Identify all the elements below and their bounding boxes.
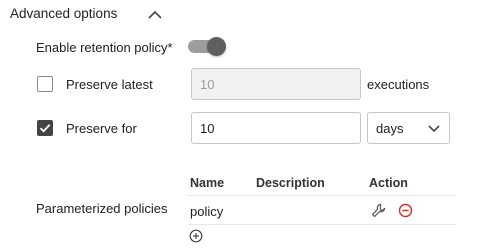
retention-policy-label: Enable retention policy* (36, 40, 173, 55)
header-divider (188, 195, 456, 196)
preserve-latest-input[interactable]: 10 (191, 68, 361, 100)
preserve-for-checkbox[interactable] (37, 120, 53, 136)
checkmark-icon (39, 124, 51, 133)
policy-name-cell: policy (190, 204, 224, 219)
column-header-action: Action (369, 176, 408, 190)
toggle-thumb[interactable] (207, 37, 226, 56)
column-header-name: Name (190, 176, 225, 190)
add-circle-icon[interactable] (189, 229, 203, 243)
row-divider (188, 224, 456, 225)
preserve-for-unit-select[interactable]: days (367, 112, 450, 144)
preserve-for-label: Preserve for (66, 121, 137, 136)
preserve-latest-checkbox[interactable] (37, 76, 53, 92)
wrench-icon[interactable] (371, 203, 386, 218)
preserve-latest-label: Preserve latest (66, 77, 153, 92)
column-header-description: Description (256, 176, 325, 190)
unit-selected-value: days (376, 120, 404, 136)
preserve-for-input[interactable]: 10 (191, 112, 361, 144)
parameterized-policies-label: Parameterized policies (36, 201, 168, 216)
remove-circle-icon[interactable] (398, 203, 413, 218)
chevron-down-icon (427, 121, 441, 135)
executions-suffix: executions (367, 77, 430, 92)
chevron-up-icon[interactable] (146, 6, 164, 24)
advanced-options-title[interactable]: Advanced options (10, 6, 117, 21)
